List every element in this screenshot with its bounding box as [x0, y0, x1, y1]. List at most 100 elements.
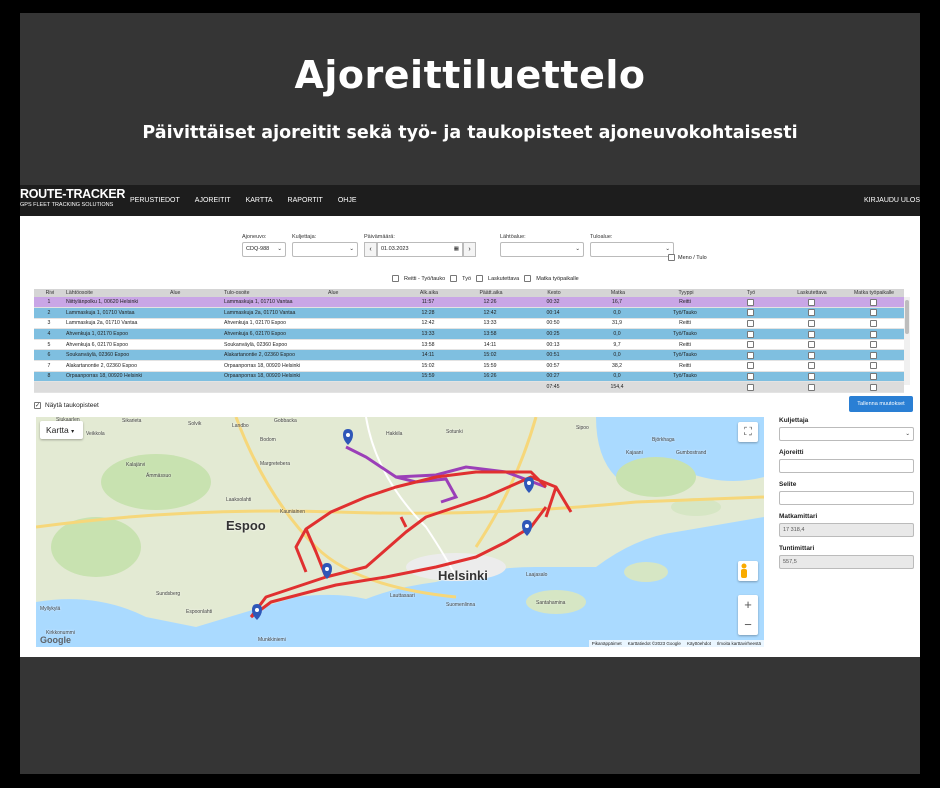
billable-checkbox[interactable]	[807, 309, 815, 317]
next-day-button[interactable]: ›	[463, 242, 476, 257]
billable-checkbox[interactable]	[807, 362, 815, 370]
map-type-label: Kartta	[46, 425, 69, 435]
commute-checkbox[interactable]	[869, 319, 877, 327]
show-stops-toggle[interactable]: ✓ Näytä taukopisteet	[34, 402, 99, 409]
total-checkbox[interactable]	[869, 383, 877, 391]
route-input[interactable]	[779, 459, 914, 473]
col-tulo-osoite[interactable]: Tulo-osoite	[222, 289, 326, 297]
total-checkbox[interactable]	[807, 383, 815, 391]
cell-work	[720, 371, 780, 383]
work-checkbox[interactable]	[746, 298, 754, 306]
table-row[interactable]: 1 Niittylänpolku 1, 00620 Helsinki Lammask…	[34, 297, 904, 309]
col-type[interactable]: Tyyppi	[650, 289, 720, 297]
col-lahtoosoite[interactable]: Lähtöosoite	[64, 289, 168, 297]
scrollbar-thumb[interactable]	[905, 300, 909, 334]
table-row[interactable]: 3 Lammaskuja 2a, 01710 Vantaa Ahvenkuja 1,…	[34, 318, 904, 330]
place-label: Bodom	[260, 437, 276, 443]
work-checkbox[interactable]	[450, 275, 458, 282]
attribution-terms[interactable]: Käyttöehdot	[687, 641, 711, 646]
work-checkbox[interactable]	[746, 319, 754, 327]
cell-from-address: Niittylänpolku 1, 00620 Helsinki	[64, 297, 168, 309]
commute-checkbox[interactable]	[524, 275, 532, 282]
date-input[interactable]: 01.03.2023 ▦	[377, 242, 463, 257]
calendar-icon[interactable]: ▦	[454, 243, 459, 256]
col-distance[interactable]: Matka	[584, 289, 650, 297]
total-checkbox[interactable]	[746, 383, 754, 391]
map-type-dropdown[interactable]: Kartta ▾	[40, 421, 83, 439]
street-view-pegman-icon[interactable]	[738, 561, 758, 581]
billable-checkbox[interactable]	[807, 319, 815, 327]
cell-trip-type: Työ/Tauko	[650, 349, 720, 362]
meno-tulo-toggle[interactable]: Meno / Tulo	[668, 254, 707, 261]
table-row[interactable]: 7 Alakartanontie 2, 02360 Espoo Orpaanporr…	[34, 360, 904, 372]
billable-checkbox[interactable]	[807, 298, 815, 306]
col-duration[interactable]: Kesto	[522, 289, 584, 297]
col-commute[interactable]: Matka työpaikalle	[842, 289, 904, 297]
work-checkbox[interactable]	[746, 341, 754, 349]
cell-trip-type: Työ/Tauko	[650, 371, 720, 383]
commute-checkbox[interactable]	[869, 362, 877, 370]
billable-checkbox[interactable]	[807, 351, 815, 359]
route-tracker-logo[interactable]: ROUTE-TRACKER GPS FLEET TRACKING SOLUTIO…	[20, 188, 125, 209]
zoom-in-icon[interactable]: +	[738, 595, 758, 615]
nav-ajoreitit[interactable]: AJOREITIT	[195, 197, 231, 204]
commute-checkbox[interactable]	[869, 298, 877, 306]
table-row[interactable]: 6 Soukanväylä, 02360 Espoo Alakartanontie …	[34, 349, 904, 362]
driver-dropdown[interactable]: ⌄	[779, 427, 914, 441]
nav-perustiedot[interactable]: PERUSTIEDOT	[130, 197, 180, 204]
show-stops-checkbox[interactable]: ✓	[34, 402, 41, 409]
cell-trip-type: Työ/Tauko	[650, 328, 720, 340]
commute-checkbox[interactable]	[869, 309, 877, 317]
commute-checkbox[interactable]	[869, 330, 877, 338]
note-input[interactable]	[779, 491, 914, 505]
work-checkbox[interactable]	[746, 351, 754, 359]
cell-to-area	[326, 371, 398, 383]
work-checkbox[interactable]	[746, 362, 754, 370]
work-checkbox[interactable]	[746, 309, 754, 317]
col-end-time[interactable]: Päätt.aika	[458, 289, 522, 297]
nav-raportit[interactable]: RAPORTIT	[288, 197, 323, 204]
nav-ohje[interactable]: OHJE	[338, 197, 357, 204]
departure-area-select[interactable]: ⌄	[500, 242, 584, 257]
billable-checkbox[interactable]	[807, 330, 815, 338]
route-map[interactable]: Espoo Helsinki Sipoo Gobbacka Sotunki Si…	[36, 417, 764, 647]
col-alue-to[interactable]: Alue	[326, 289, 398, 297]
col-start-time[interactable]: Alk.aika	[398, 289, 458, 297]
cell-billable	[780, 349, 842, 362]
table-row[interactable]: 8 Orpaanporras 18, 00920 Helsinki Orpaanpo…	[34, 371, 904, 383]
attribution-shortcuts[interactable]: Pikanäppäimet	[592, 641, 622, 646]
col-alue-from[interactable]: Alue	[168, 289, 222, 297]
table-row[interactable]: 4 Ahvenkuja 1, 02170 Espoo Ahvenkuja 6, 02…	[34, 328, 904, 340]
logout-link[interactable]: KIRJAUDU ULOS	[864, 185, 920, 216]
commute-checkbox[interactable]	[869, 341, 877, 349]
billable-checkbox[interactable]	[476, 275, 484, 282]
work-checkbox[interactable]	[746, 372, 754, 380]
billable-checkbox[interactable]	[807, 372, 815, 380]
zoom-out-icon[interactable]: −	[738, 615, 758, 635]
col-work[interactable]: Työ	[720, 289, 780, 297]
table-row[interactable]: 5 Ahvenkuja 6, 02170 Espoo Soukanväylä, 02…	[34, 339, 904, 351]
table-scrollbar[interactable]	[904, 297, 910, 385]
meno-tulo-checkbox[interactable]	[668, 254, 675, 261]
fullscreen-icon[interactable]: ⛶	[738, 422, 758, 442]
cell-duration: 00:25	[522, 328, 584, 340]
route-work-checkbox[interactable]	[392, 275, 399, 282]
commute-checkbox[interactable]	[869, 372, 877, 380]
arrival-area-select[interactable]: ⌄	[590, 242, 674, 257]
cell-from-area	[168, 318, 222, 330]
save-changes-button[interactable]: Tallenna muutokset	[849, 396, 913, 412]
city-label-helsinki: Helsinki	[438, 568, 488, 583]
col-billable[interactable]: Laskutettava	[780, 289, 842, 297]
vehicle-select[interactable]: CDQ-988 ⌄	[242, 242, 286, 257]
billable-checkbox[interactable]	[807, 341, 815, 349]
driver-select[interactable]: ⌄	[292, 242, 358, 257]
total-cell	[780, 381, 842, 393]
col-rivi[interactable]: Rivi	[34, 289, 64, 297]
work-checkbox[interactable]	[746, 330, 754, 338]
banner-frame: Ajoreittiluettelo Päivittäiset ajoreitit…	[20, 13, 920, 774]
commute-checkbox[interactable]	[869, 351, 877, 359]
nav-kartta[interactable]: KARTTA	[246, 197, 273, 204]
previous-day-button[interactable]: ‹	[364, 242, 377, 257]
table-row[interactable]: 2 Lammaskuja 1, 01710 Vantaa Lammaskuja 2a…	[34, 307, 904, 319]
attribution-report[interactable]: Ilmoita karttavirheestä	[717, 641, 761, 646]
